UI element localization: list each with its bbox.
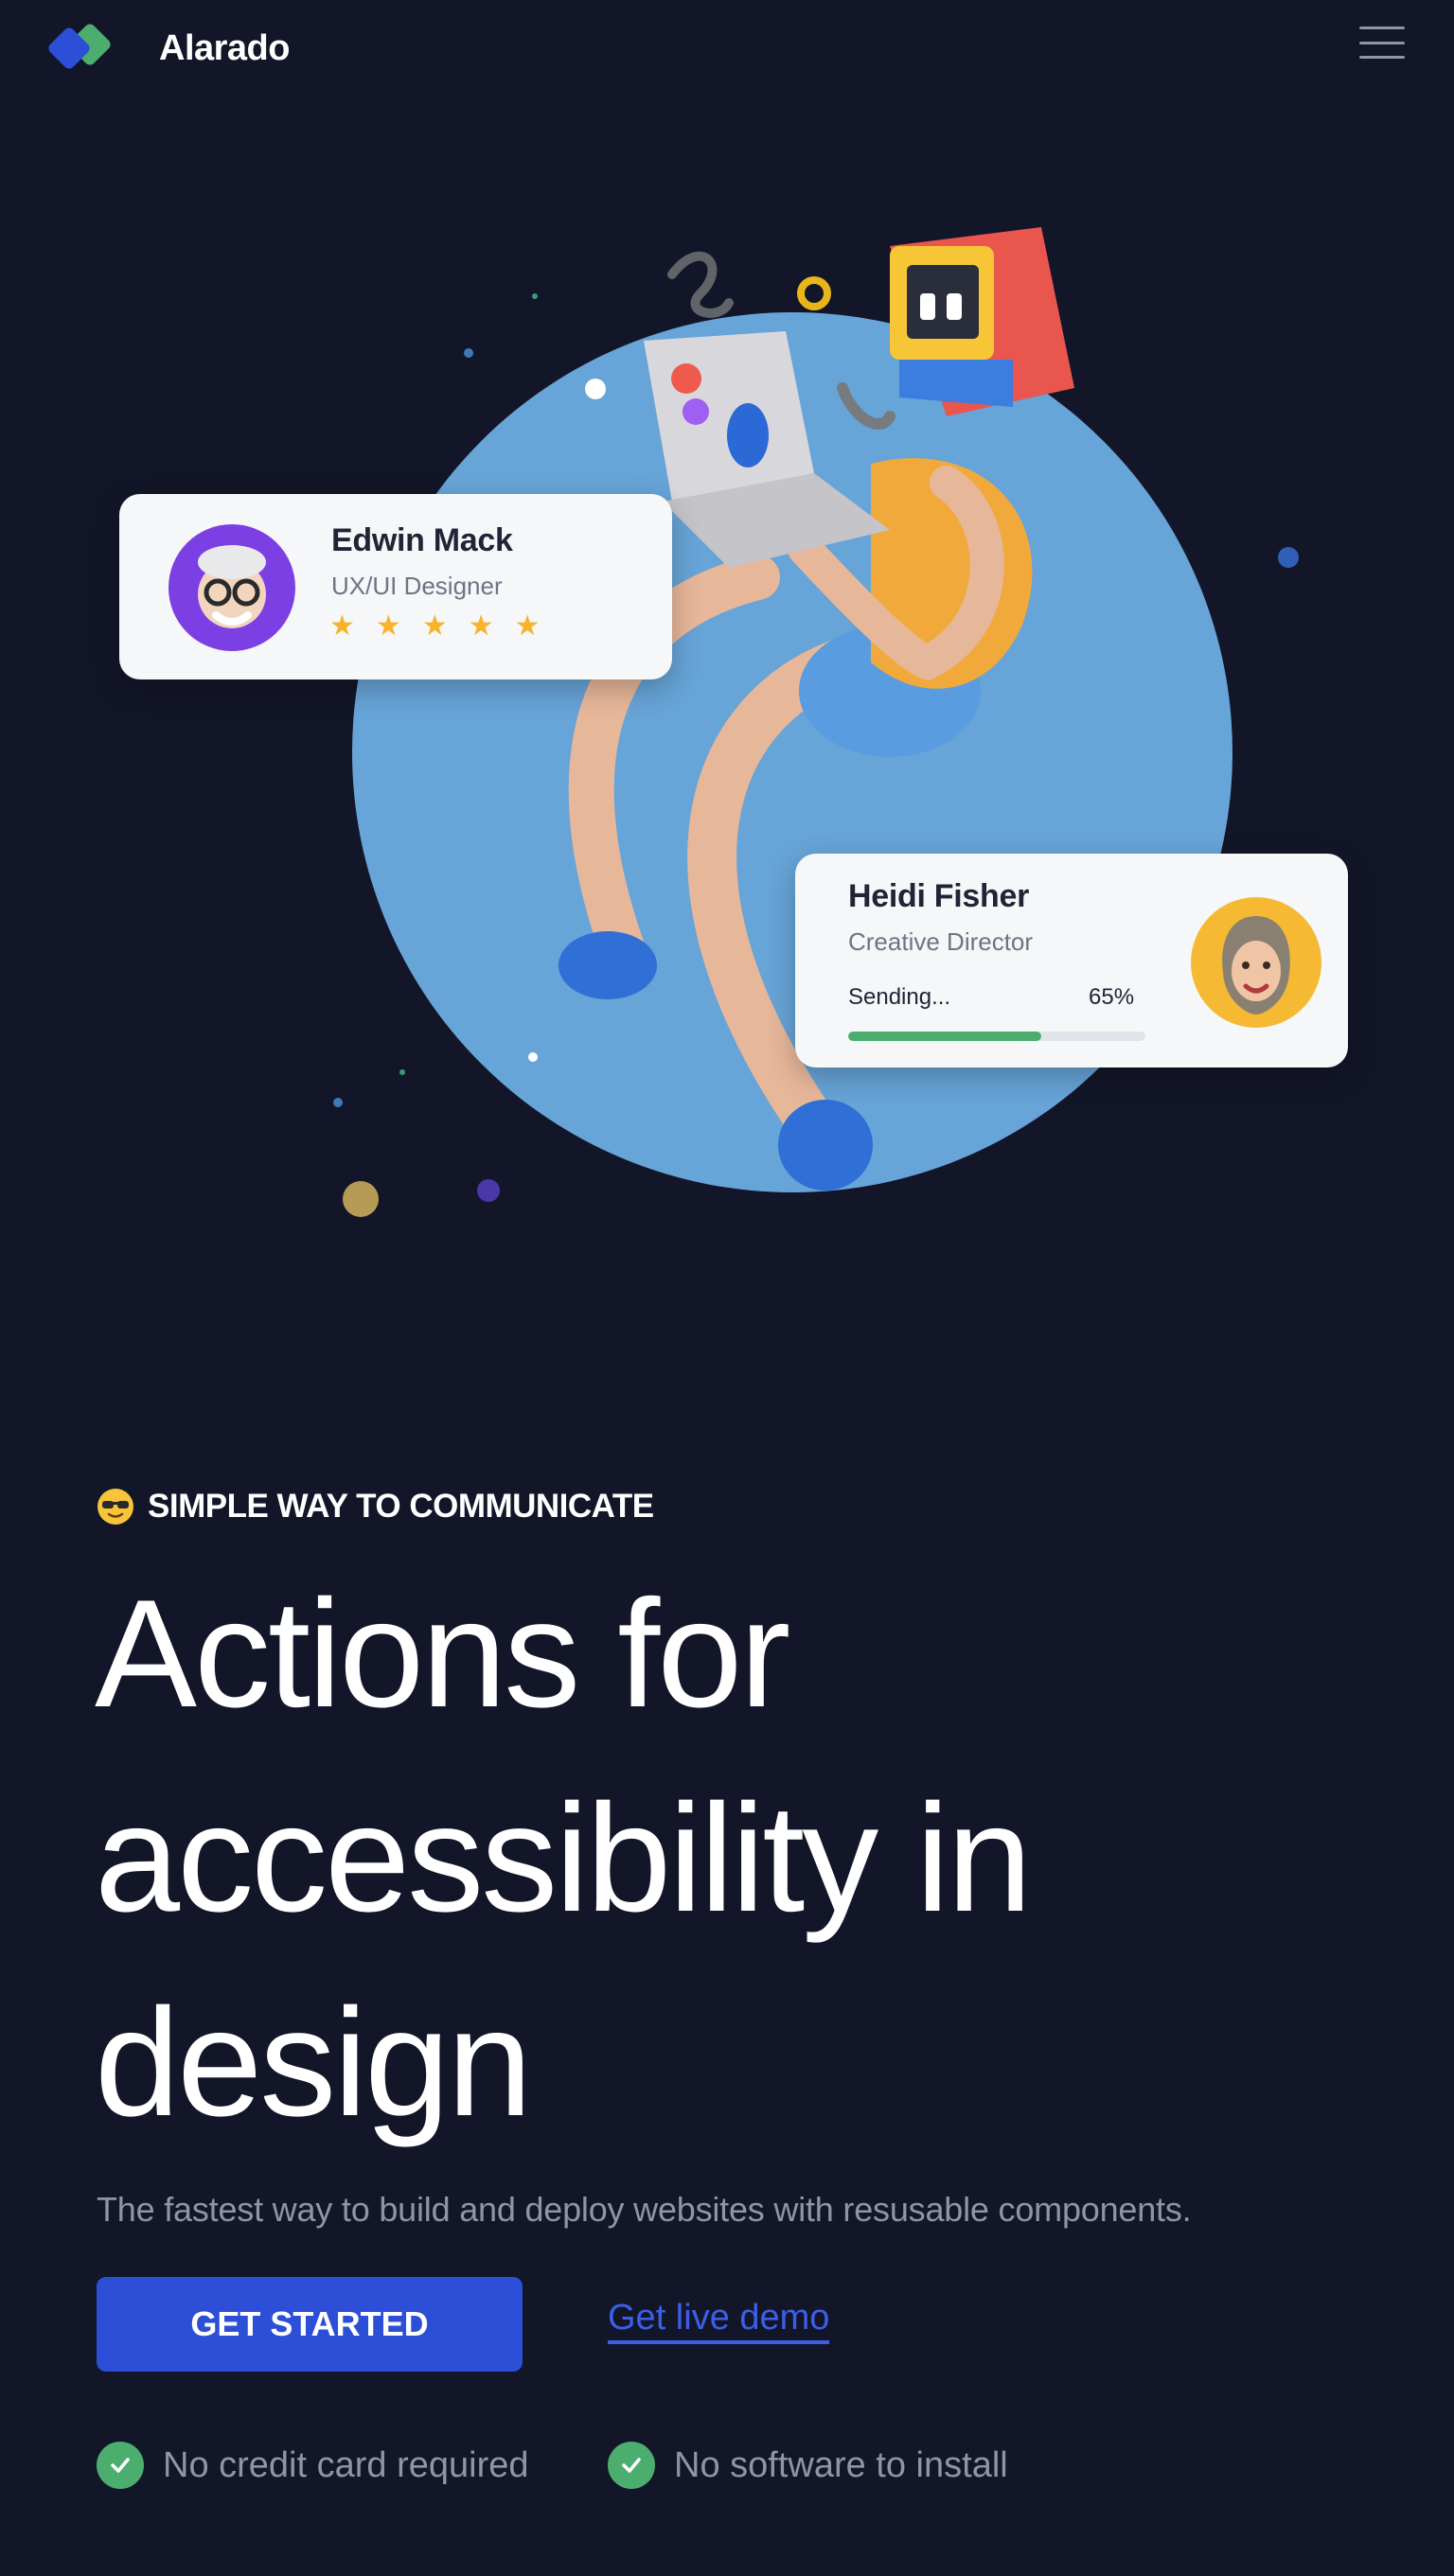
progress-bar-fill: [848, 1032, 1042, 1041]
feature-label: No credit card required: [163, 2444, 529, 2485]
decor-dot: [477, 1179, 500, 1202]
live-demo-link[interactable]: Get live demo: [608, 2298, 830, 2344]
get-started-button[interactable]: GET STARTED: [97, 2277, 523, 2372]
feature-label: No software to install: [674, 2444, 1008, 2485]
decor-dot: [399, 1069, 405, 1075]
progress-percent: 65%: [1089, 984, 1135, 1010]
star-icon: ★: [421, 610, 448, 642]
star-icon: ★: [329, 610, 355, 642]
rating-stars: ★ ★ ★ ★ ★: [329, 609, 541, 643]
feature-item: No credit card required: [97, 2442, 529, 2489]
feature-item: No software to install: [608, 2442, 1008, 2489]
sunglasses-emoji-icon: [98, 1489, 133, 1525]
check-icon: [97, 2442, 144, 2489]
brand-logo-icon[interactable]: [42, 21, 121, 76]
hamburger-menu-icon[interactable]: [1359, 26, 1405, 59]
decor-dot: [343, 1181, 379, 1217]
avatar: [1191, 897, 1321, 1028]
star-icon: ★: [514, 610, 541, 642]
decor-dot: [1278, 547, 1299, 568]
hero-character-illustration: [559, 227, 1074, 1191]
testimonial-card-edwin: Edwin Mack UX/UI Designer ★ ★ ★ ★ ★: [119, 494, 672, 679]
card-name: Heidi Fisher: [848, 878, 1030, 914]
eyebrow: SIMPLE WAY TO COMMUNICATE: [97, 1488, 654, 1526]
page-title: Actions for accessibility in design: [95, 1568, 1032, 2148]
card-role: Creative Director: [848, 927, 1034, 956]
eyebrow-text: SIMPLE WAY TO COMMUNICATE: [148, 1488, 654, 1525]
lead-paragraph: The fastest way to build and deploy webs…: [97, 2190, 1192, 2229]
memoji-hijab-icon: [1222, 916, 1290, 1015]
decor-dot: [333, 1098, 343, 1107]
star-icon: ★: [468, 610, 494, 642]
memoji-glasses-icon: [198, 545, 266, 628]
star-icon: ★: [375, 610, 401, 642]
progress-bar: [848, 1032, 1145, 1041]
brand-name[interactable]: Alarado: [159, 23, 290, 74]
card-name: Edwin Mack: [331, 522, 513, 558]
avatar: [168, 524, 295, 651]
card-role: UX/UI Designer: [331, 572, 503, 600]
check-icon: [608, 2442, 655, 2489]
status-card-heidi: Heidi Fisher Creative Director Sending..…: [795, 854, 1348, 1067]
progress-status: Sending...: [848, 984, 951, 1010]
decor-dot: [464, 348, 473, 358]
